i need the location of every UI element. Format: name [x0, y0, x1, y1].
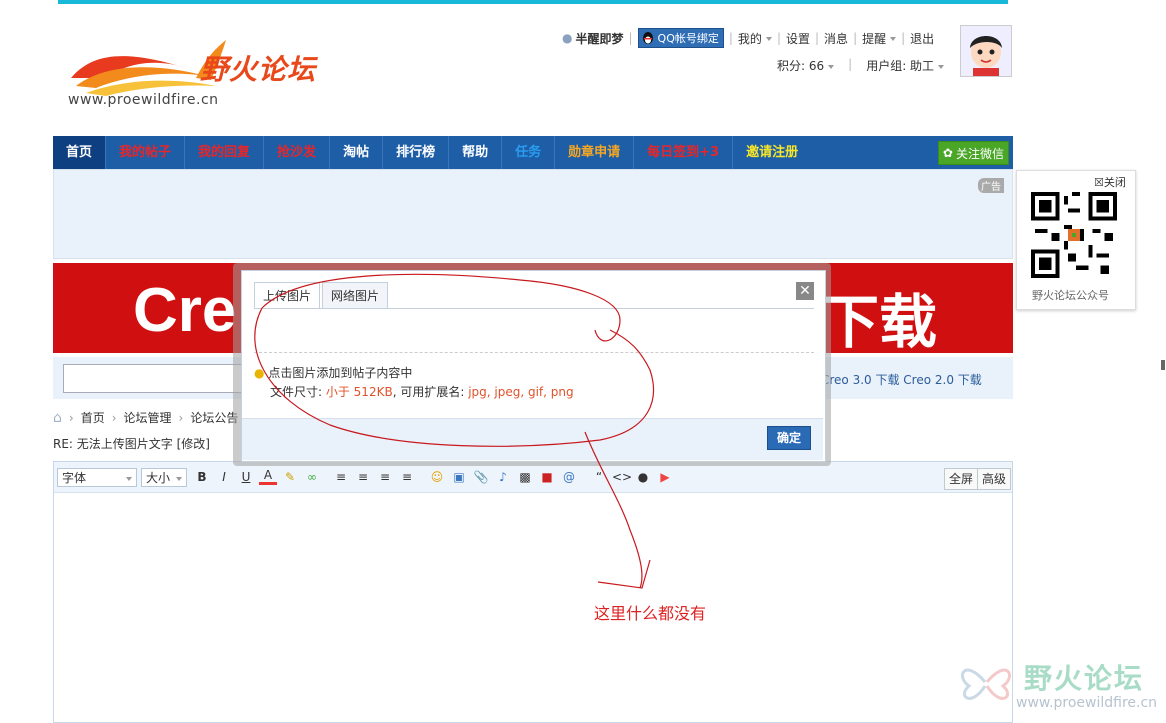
chevron-down-icon	[890, 37, 897, 41]
breadcrumb-level2[interactable]: 论坛公告	[190, 409, 238, 426]
tab-upload-image[interactable]: 上传图片	[254, 282, 321, 309]
watermark-url: www.proewildfire.cn	[1016, 695, 1158, 711]
group-menu[interactable]: 用户组: 助工	[866, 57, 945, 74]
nav-tab-5[interactable]: 排行榜	[383, 136, 450, 169]
banner-text-left: Cre	[133, 276, 237, 345]
butterfly-logo-icon	[961, 668, 1011, 700]
nav-tab-4[interactable]: 淘帖	[330, 136, 384, 169]
main-nav: 首页 我的帖子 我的回复 抢沙发 淘帖 排行榜 帮助 任务 勋章申请 每日签到+…	[53, 136, 1013, 169]
user-stats: 积分: 66 | 用户组: 助工	[777, 57, 945, 74]
qr-code-image	[1031, 192, 1117, 278]
bold-icon[interactable]: B	[193, 468, 211, 486]
italic-icon[interactable]: I	[215, 468, 233, 486]
nav-tab-9[interactable]: 每日签到+3	[634, 136, 734, 169]
nav-tab-0[interactable]: 首页	[53, 136, 107, 169]
emoji-icon[interactable]: ☺	[428, 468, 446, 486]
user-icon: ●	[562, 31, 573, 45]
lightbulb-icon: ●	[254, 366, 265, 380]
attachment-icon[interactable]: 📎	[472, 468, 490, 486]
reply-title: RE: 无法上传图片文字 [修改]	[53, 437, 210, 451]
my-menu[interactable]: 我的	[738, 30, 772, 47]
ad-tag: 广告	[978, 178, 1004, 193]
media-icon[interactable]: ▶	[656, 468, 674, 486]
align-left-icon[interactable]: ≡	[332, 468, 350, 486]
music-icon[interactable]: ♪	[494, 468, 512, 486]
ok-button[interactable]: 确定	[767, 426, 811, 450]
annotation-note: 这里什么都没有	[594, 604, 707, 623]
advanced-button[interactable]: 高级	[977, 468, 1012, 490]
align-justify-icon[interactable]: ≡	[398, 468, 416, 486]
editor-toolbar: 字体 大小 B I U A ✎ ∞ ≡ ≡ ≡ ≡ ☺ ▣ 📎 ♪ ▩ ■ @ …	[54, 462, 1012, 493]
avatar[interactable]	[960, 25, 1012, 77]
logo-url: www.proewildfire.cn	[68, 92, 219, 108]
dashed-divider	[254, 352, 814, 353]
nav-tab-2[interactable]: 我的回复	[185, 136, 265, 169]
close-icon: ☒	[1094, 176, 1104, 189]
file-constraints: 文件尺寸: 小于 512KB, 可用扩展名: jpg, jpeg, gif, p…	[270, 385, 574, 399]
ad-area	[53, 169, 1013, 259]
align-center-icon[interactable]: ≡	[354, 468, 372, 486]
font-color-icon[interactable]: A	[259, 468, 277, 485]
wechat-follow-button[interactable]: ✿ 关注微信	[937, 141, 1009, 165]
breadcrumb: ⌂ › 首页 › 论坛管理 › 论坛公告	[53, 409, 239, 426]
upload-hint: ● 点击图片添加到帖子内容中	[254, 366, 413, 380]
nav-tab-6[interactable]: 帮助	[449, 136, 503, 169]
link-icon[interactable]: ∞	[303, 468, 321, 486]
qq-icon[interactable]: ●	[634, 468, 652, 486]
nav-tab-10[interactable]: 邀请注册	[733, 136, 811, 169]
download-links[interactable]: Creo 3.0 下载 Creo 2.0 下载	[821, 371, 982, 388]
chevron-down-icon	[828, 64, 835, 69]
nav-tab-7[interactable]: 任务	[502, 136, 556, 169]
user-bar: ● 半醒即梦 | QQ帐号绑定 | 我的 | 设置 | 消息 | 提醒 | 退出	[562, 28, 934, 48]
video-icon[interactable]: ▩	[516, 468, 534, 486]
qq-bind-button[interactable]: QQ帐号绑定	[637, 28, 724, 48]
breadcrumb-home[interactable]: 首页	[81, 409, 105, 426]
editor-area[interactable]	[53, 461, 1013, 723]
align-right-icon[interactable]: ≡	[376, 468, 394, 486]
logout-link[interactable]: 退出	[910, 30, 934, 47]
code-icon[interactable]: <>	[612, 468, 632, 486]
qq-penguin-icon	[642, 32, 653, 44]
scrollbar-thumb[interactable]	[1161, 360, 1165, 370]
chevron-down-icon	[765, 37, 772, 41]
tab-divider	[254, 308, 814, 309]
username-link[interactable]: 半醒即梦	[575, 30, 623, 47]
image-icon[interactable]: ▣	[450, 468, 468, 486]
size-select[interactable]: 大小	[141, 468, 187, 487]
messages-link[interactable]: 消息	[824, 30, 848, 47]
font-select[interactable]: 字体	[57, 468, 137, 487]
fullscreen-button[interactable]: 全屏	[944, 468, 979, 490]
top-accent-bar	[58, 0, 1008, 4]
banner-text-right: 下载	[821, 290, 938, 353]
home-icon[interactable]: ⌂	[53, 410, 62, 426]
breadcrumb-level1[interactable]: 论坛管理	[124, 409, 172, 426]
highlight-icon[interactable]: ✎	[281, 468, 299, 486]
remind-menu[interactable]: 提醒	[862, 30, 897, 47]
points-menu[interactable]: 积分: 66	[777, 57, 835, 74]
flash-icon[interactable]: ■	[538, 468, 556, 486]
wechat-icon: ✿	[942, 146, 953, 160]
underline-icon[interactable]: U	[237, 468, 255, 486]
dialog-footer	[242, 418, 823, 460]
chevron-down-icon	[176, 477, 182, 481]
chevron-down-icon	[126, 477, 132, 481]
settings-link[interactable]: 设置	[786, 30, 810, 47]
search-input[interactable]	[63, 364, 245, 393]
tab-web-image[interactable]: 网络图片	[322, 282, 389, 309]
watermark-text: 野火论坛	[1024, 662, 1145, 695]
chevron-down-icon	[938, 64, 945, 69]
logo-name: 野火论坛	[200, 53, 317, 86]
nav-tab-1[interactable]: 我的帖子	[106, 136, 186, 169]
close-icon[interactable]: ✕	[796, 282, 814, 300]
nav-tab-3[interactable]: 抢沙发	[264, 136, 331, 169]
qr-caption: 野火论坛公众号	[1032, 289, 1109, 302]
qr-close-button[interactable]: ☒关闭	[1094, 174, 1126, 190]
quote-icon[interactable]: “	[590, 468, 608, 486]
at-icon[interactable]: @	[560, 468, 578, 486]
nav-tab-8[interactable]: 勋章申请	[555, 136, 635, 169]
dialog-tabs: 上传图片 网络图片	[254, 282, 390, 309]
